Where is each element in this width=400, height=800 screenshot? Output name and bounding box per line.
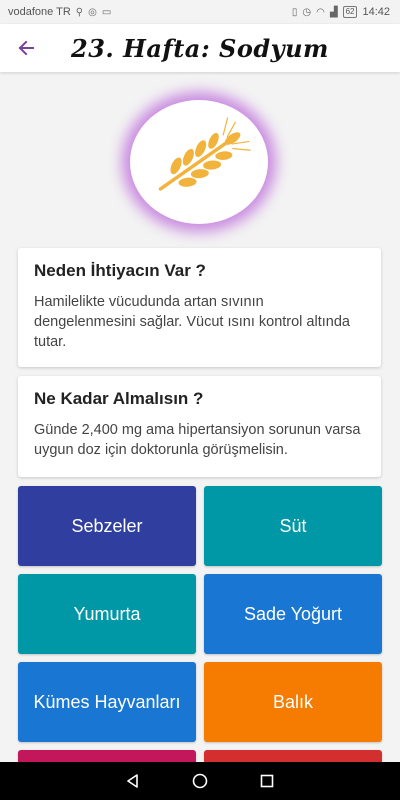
carrier-name: vodafone TR xyxy=(8,6,71,18)
app-bar: 23. Hafta: Sodyum xyxy=(0,24,400,72)
system-nav-bar xyxy=(0,762,400,800)
signal-icon: ▟ xyxy=(329,6,338,18)
usb-icon: ⚲ xyxy=(75,6,84,18)
tile-balik[interactable]: Balık xyxy=(204,662,382,742)
card-text: Günde 2,400 mg ama hipertansiyon sorunun… xyxy=(34,422,361,458)
back-button[interactable] xyxy=(0,24,52,72)
hero-image xyxy=(130,100,268,224)
vibrate-icon: ▯ xyxy=(291,6,298,18)
whatsapp-icon: ◎ xyxy=(88,6,97,18)
clock: 14:42 xyxy=(362,6,390,18)
info-card-why: Neden İhtiyacın Var ? Hamilelikte vücudu… xyxy=(18,248,381,367)
recents-nav-icon[interactable] xyxy=(258,772,276,790)
page-title: 23. Hafta: Sodyum xyxy=(71,33,329,63)
wheat-icon xyxy=(158,117,251,191)
tile-sut[interactable]: Süt xyxy=(204,486,382,566)
back-nav-icon[interactable] xyxy=(124,772,142,790)
wifi-icon: ◠ xyxy=(316,6,325,18)
tile-yumurta[interactable]: Yumurta xyxy=(18,574,196,654)
tile-sebzeler[interactable]: Sebzeler xyxy=(18,486,196,566)
alarm-icon: ◷ xyxy=(302,6,312,18)
status-bar: vodafone TR ⚲ ◎ ▭ ▯ ◷ ◠ ▟ 62 14:42 xyxy=(0,0,400,24)
card-text: Hamilelikte vücudunda artan sıvının deng… xyxy=(34,294,350,350)
home-nav-icon[interactable] xyxy=(191,772,209,790)
info-card-amount: Ne Kadar Almalısın ? Günde 2,400 mg ama … xyxy=(18,376,381,477)
message-icon: ▭ xyxy=(101,6,112,18)
card-title: Ne Kadar Almalısın ? xyxy=(34,389,204,408)
card-title: Neden İhtiyacın Var ? xyxy=(34,261,206,280)
tile-sade-yogurt[interactable]: Sade Yoğurt xyxy=(204,574,382,654)
tile-kumes-hayvanlari[interactable]: Kümes Hayvanları xyxy=(18,662,196,742)
battery-level: 62 xyxy=(342,6,358,18)
arrow-back-icon xyxy=(18,40,34,56)
